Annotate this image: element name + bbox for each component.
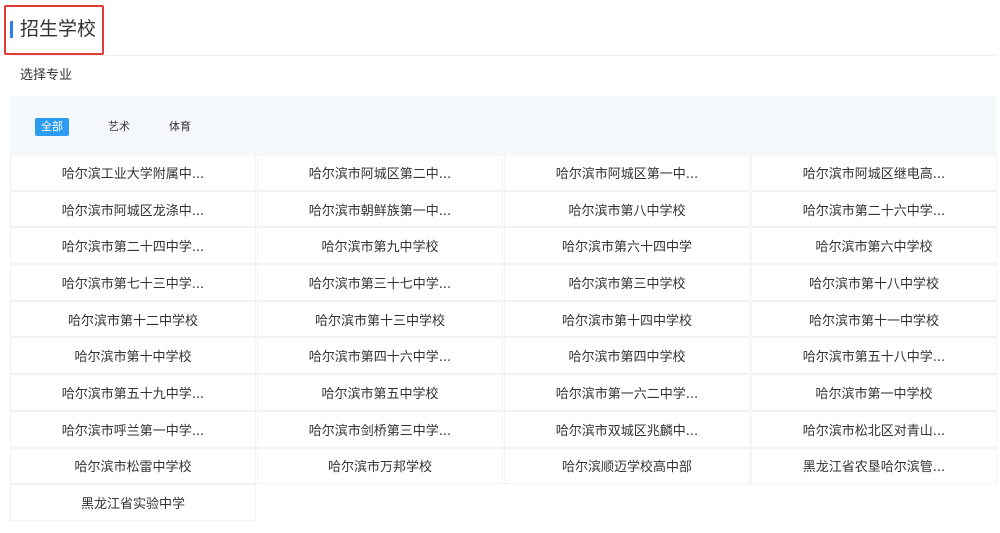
school-row: 哈尔滨市松雷中学校 哈尔滨市万邦学校 哈尔滨顺迈学校高中部 黑龙江省农垦哈尔滨管... — [10, 447, 998, 485]
title-accent-bar — [10, 21, 13, 38]
school-item[interactable]: 哈尔滨市双城区兆麟中... — [504, 410, 750, 448]
school-item[interactable]: 哈尔滨市第十三中学校 — [257, 300, 503, 338]
school-item[interactable]: 哈尔滨市松北区对青山... — [751, 410, 997, 448]
school-row: 哈尔滨市第五十九中学... 哈尔滨市第五中学校 哈尔滨市第一六二中学... 哈尔滨市第… — [10, 374, 998, 411]
school-item[interactable]: 哈尔滨市第四十六中学... — [257, 337, 503, 375]
school-row: 黑龙江省实验中学 — [10, 484, 998, 521]
school-item[interactable]: 哈尔滨市第六十四中学 — [504, 227, 750, 265]
filter-tab-art[interactable]: 艺术 — [102, 118, 136, 136]
school-item[interactable]: 哈尔滨市第八中学校 — [504, 190, 750, 228]
major-select-label: 选择专业 — [20, 68, 73, 83]
filter-tab-sports[interactable]: 体育 — [163, 118, 197, 136]
school-item[interactable]: 哈尔滨市万邦学校 — [257, 447, 503, 485]
school-item[interactable]: 哈尔滨市第七十三中学... — [10, 264, 256, 301]
major-filter-panel: 全部 艺术 体育 — [10, 96, 996, 154]
school-item[interactable]: 哈尔滨市第一中学校 — [751, 374, 997, 411]
page-title: 招生学校 — [20, 18, 97, 40]
school-item[interactable]: 哈尔滨市第五中学校 — [257, 374, 503, 411]
school-grid: 哈尔滨工业大学附属中... 哈尔滨市阿城区第二中... 哈尔滨市阿城区第一中... 哈… — [10, 154, 998, 521]
school-item[interactable]: 哈尔滨市第五十八中学... — [751, 337, 997, 375]
school-item[interactable]: 哈尔滨市阿城区龙涤中... — [10, 190, 256, 228]
school-row: 哈尔滨工业大学附属中... 哈尔滨市阿城区第二中... 哈尔滨市阿城区第一中... 哈… — [10, 154, 998, 191]
school-row: 哈尔滨市呼兰第一中学... 哈尔滨市剑桥第三中学... 哈尔滨市双城区兆麟中... 哈… — [10, 410, 998, 448]
school-item[interactable]: 哈尔滨市第九中学校 — [257, 227, 503, 265]
school-item[interactable]: 哈尔滨市第十一中学校 — [751, 300, 997, 338]
school-row: 哈尔滨市第二十四中学... 哈尔滨市第九中学校 哈尔滨市第六十四中学 哈尔滨市第六中学… — [10, 227, 998, 265]
school-item[interactable]: 哈尔滨市第三十七中学... — [257, 264, 503, 301]
school-item[interactable]: 哈尔滨市第十四中学校 — [504, 300, 750, 338]
school-item[interactable]: 哈尔滨市第十二中学校 — [10, 300, 256, 338]
school-item[interactable]: 哈尔滨市第二十四中学... — [10, 227, 256, 265]
school-item[interactable]: 哈尔滨市剑桥第三中学... — [257, 410, 503, 448]
school-item[interactable]: 哈尔滨市第一六二中学... — [504, 374, 750, 411]
school-item[interactable]: 哈尔滨市第三中学校 — [504, 264, 750, 301]
school-row: 哈尔滨市第七十三中学... 哈尔滨市第三十七中学... 哈尔滨市第三中学校 哈尔滨市第… — [10, 264, 998, 301]
school-item[interactable]: 哈尔滨市第十中学校 — [10, 337, 256, 375]
school-item[interactable]: 哈尔滨市呼兰第一中学... — [10, 410, 256, 448]
school-row: 哈尔滨市阿城区龙涤中... 哈尔滨市朝鲜族第一中... 哈尔滨市第八中学校 哈尔滨市第… — [10, 190, 998, 228]
school-item[interactable]: 哈尔滨市第十八中学校 — [751, 264, 997, 301]
school-row: 哈尔滨市第十中学校 哈尔滨市第四十六中学... 哈尔滨市第四中学校 哈尔滨市第五十八中… — [10, 337, 998, 375]
school-item[interactable]: 哈尔滨市阿城区第一中... — [504, 154, 750, 191]
filter-tab-all[interactable]: 全部 — [35, 118, 69, 136]
school-row: 哈尔滨市第十二中学校 哈尔滨市第十三中学校 哈尔滨市第十四中学校 哈尔滨市第十一中学校 — [10, 300, 998, 338]
title-divider — [10, 55, 996, 56]
school-item[interactable]: 黑龙江省农垦哈尔滨管... — [751, 447, 997, 485]
school-item[interactable]: 哈尔滨市朝鲜族第一中... — [257, 190, 503, 228]
school-item[interactable]: 哈尔滨市第五十九中学... — [10, 374, 256, 411]
school-item[interactable]: 哈尔滨市阿城区第二中... — [257, 154, 503, 191]
school-item[interactable]: 哈尔滨市第六中学校 — [751, 227, 997, 265]
school-item[interactable]: 哈尔滨顺迈学校高中部 — [504, 447, 750, 485]
school-item[interactable]: 哈尔滨市松雷中学校 — [10, 447, 256, 485]
school-item[interactable]: 哈尔滨工业大学附属中... — [10, 154, 256, 191]
school-item[interactable]: 哈尔滨市阿城区继电高... — [751, 154, 997, 191]
school-item[interactable]: 哈尔滨市第四中学校 — [504, 337, 750, 375]
school-item[interactable]: 哈尔滨市第二十六中学... — [751, 190, 997, 228]
enrollment-schools-page: 招生学校 选择专业 全部 艺术 体育 哈尔滨工业大学附属中... 哈尔滨市阿城区第… — [0, 0, 1000, 533]
school-item[interactable]: 黑龙江省实验中学 — [10, 484, 256, 521]
